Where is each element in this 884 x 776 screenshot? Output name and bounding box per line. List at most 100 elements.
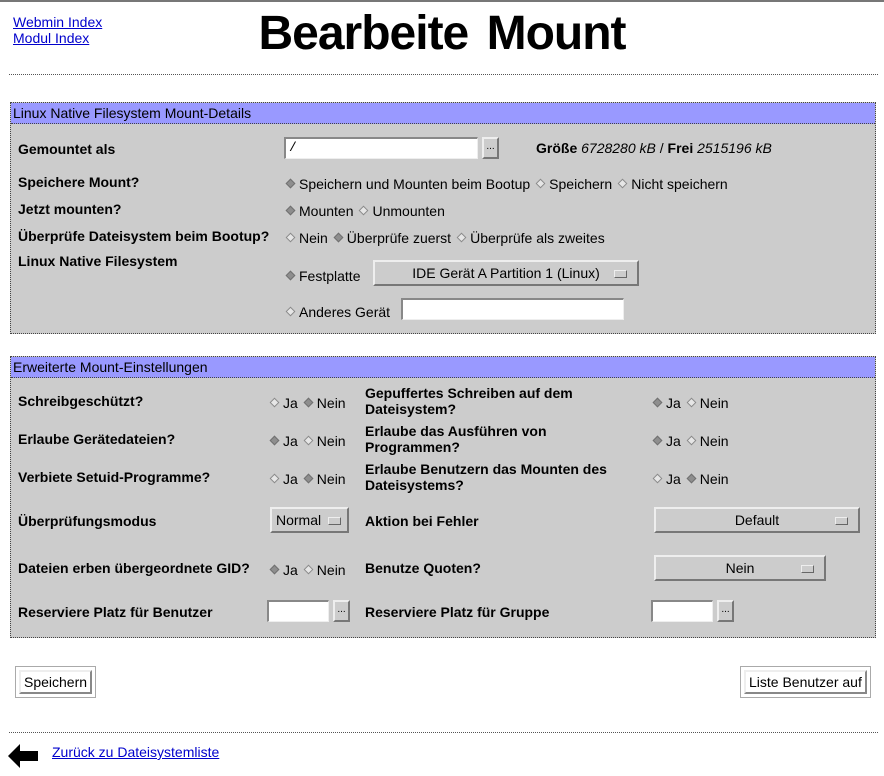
free-label: Frei bbox=[667, 140, 694, 156]
radio-option[interactable]: Nicht speichern bbox=[616, 176, 728, 192]
exec-label: Erlaube das Ausführen von Programmen? bbox=[365, 423, 547, 455]
mounted-as-label: Gemountet als bbox=[18, 141, 116, 157]
dropdown-icon bbox=[835, 517, 848, 525]
radio-unselected-icon bbox=[359, 205, 369, 216]
radio-label: Nicht speichern bbox=[631, 175, 728, 192]
resgid-browse-button[interactable]: ... bbox=[717, 600, 734, 622]
page-title: Bearbeite Mount bbox=[258, 7, 626, 60]
back-to-filesystem-list-link[interactable]: Zurück zu Dateisystemliste bbox=[52, 744, 219, 760]
radio-selected-icon bbox=[303, 397, 314, 408]
mount-now-label: Jetzt mounten? bbox=[18, 201, 122, 217]
resgid-input[interactable] bbox=[651, 600, 713, 622]
grpid-radios: Ja Nein bbox=[268, 560, 350, 578]
radio-unselected-icon bbox=[686, 435, 697, 446]
radio-anderes-geraet[interactable]: Anderes Gerät bbox=[284, 304, 390, 320]
radio-option[interactable]: Ja bbox=[651, 395, 681, 411]
user-mount-radios: Ja Nein bbox=[651, 469, 733, 487]
disk-select-value: IDE Gerät A Partition 1 (Linux) bbox=[412, 265, 600, 281]
quota-label: Benutze Quoten? bbox=[365, 560, 481, 576]
other-device-input[interactable] bbox=[401, 298, 624, 320]
size-label: Größe bbox=[536, 140, 578, 156]
disk-select[interactable]: IDE Gerät A Partition 1 (Linux) bbox=[373, 260, 639, 286]
check-mode-value: Normal bbox=[276, 512, 322, 528]
radio-label: Nein bbox=[699, 432, 729, 449]
radio-selected-icon bbox=[269, 435, 280, 446]
save-button-frame: Speichern bbox=[15, 666, 97, 698]
radio-option[interactable]: Ja bbox=[268, 471, 298, 487]
radio-label: Ja bbox=[666, 432, 681, 449]
sync-label: Gepuffertes Schreiben auf dem Dateisyste… bbox=[365, 385, 573, 417]
list-users-button[interactable]: Liste Benutzer auf bbox=[744, 670, 867, 694]
radio-option[interactable]: Nein bbox=[302, 395, 346, 411]
divider bbox=[9, 74, 878, 75]
radio-selected-icon bbox=[652, 397, 663, 408]
save-button[interactable]: Speichern bbox=[19, 670, 93, 694]
radio-label: Ja bbox=[283, 561, 298, 578]
section-header: Linux Native Filesystem Mount-Details bbox=[11, 103, 875, 124]
radio-option[interactable]: Speichern bbox=[534, 176, 612, 192]
mounted-as-browse-button[interactable]: ... bbox=[482, 137, 499, 159]
radio-option[interactable]: Überprüfe zuerst bbox=[332, 230, 451, 246]
radio-unselected-icon bbox=[285, 306, 296, 317]
dropdown-icon bbox=[801, 565, 814, 573]
radio-option[interactable]: Überprüfe als zweites bbox=[455, 230, 605, 246]
resgid-label: Reserviere Platz für Gruppe bbox=[365, 604, 550, 620]
save-mount-radios: Speichern und Mounten beim Bootup Speiche… bbox=[284, 174, 732, 192]
radio-label: Festplatte bbox=[299, 267, 361, 284]
radio-selected-icon bbox=[303, 473, 314, 484]
radio-label: Nein bbox=[316, 470, 346, 487]
radio-option[interactable]: Nein bbox=[302, 433, 346, 449]
quota-value: Nein bbox=[725, 560, 755, 576]
radio-option[interactable]: Nein bbox=[685, 471, 729, 487]
radio-label: Ja bbox=[283, 432, 298, 449]
disk-radio: Festplatte bbox=[284, 266, 364, 284]
sync-radios: Ja Nein bbox=[651, 393, 733, 411]
suid-label: Verbiete Setuid-Programme? bbox=[18, 469, 211, 485]
radio-option[interactable]: Ja bbox=[268, 395, 298, 411]
resuid-input[interactable] bbox=[267, 600, 329, 622]
radio-option[interactable]: Speichern und Mounten beim Bootup bbox=[284, 176, 530, 192]
dropdown-icon bbox=[614, 270, 627, 278]
divider bbox=[9, 732, 878, 733]
errors-select[interactable]: Default bbox=[654, 507, 860, 533]
radio-selected-icon bbox=[285, 205, 296, 216]
errors-value: Default bbox=[734, 512, 780, 528]
radio-selected-icon bbox=[285, 270, 296, 281]
radio-option[interactable]: Ja bbox=[651, 471, 681, 487]
radio-label: Überprüfe zuerst bbox=[346, 229, 452, 246]
back-arrow-icon[interactable] bbox=[6, 742, 40, 770]
readonly-label: Schreibgeschützt? bbox=[18, 393, 144, 409]
radio-option[interactable]: Ja bbox=[651, 433, 681, 449]
radio-option[interactable]: Ja bbox=[268, 562, 298, 578]
radio-label: Anderes Gerät bbox=[299, 303, 391, 320]
radio-option[interactable]: Nein bbox=[685, 433, 729, 449]
radio-festplatte[interactable]: Festplatte bbox=[284, 268, 360, 284]
radio-label: Mounten bbox=[299, 202, 354, 219]
radio-option[interactable]: Mounten bbox=[284, 203, 353, 219]
radio-unselected-icon bbox=[269, 397, 280, 408]
check-fs-label: Überprüfe Dateisystem beim Bootup? bbox=[18, 228, 270, 244]
radio-label: Nein bbox=[316, 432, 346, 449]
top-border bbox=[0, 0, 884, 2]
quota-select[interactable]: Nein bbox=[654, 555, 826, 581]
mount-details-panel: Linux Native Filesystem Mount-Details Ge… bbox=[10, 102, 876, 334]
radio-option[interactable]: Nein bbox=[302, 562, 346, 578]
radio-option[interactable]: Unmounten bbox=[357, 203, 445, 219]
radio-unselected-icon bbox=[456, 232, 467, 243]
radio-option[interactable]: Ja bbox=[268, 433, 298, 449]
section-header: Erweiterte Mount-Einstellungen bbox=[11, 357, 875, 378]
radio-unselected-icon bbox=[652, 473, 663, 484]
size-value: 6728280 kB bbox=[581, 140, 656, 156]
grpid-label: Dateien erben übergeordnete GID? bbox=[18, 560, 250, 576]
resuid-browse-button[interactable]: ... bbox=[333, 600, 350, 622]
check-mode-select[interactable]: Normal bbox=[270, 507, 349, 533]
radio-label: Ja bbox=[283, 470, 298, 487]
readonly-radios: Ja Nein bbox=[268, 393, 350, 411]
dropdown-icon bbox=[328, 517, 341, 525]
radio-selected-icon bbox=[333, 232, 344, 243]
radio-option[interactable]: Nein bbox=[302, 471, 346, 487]
mounted-as-input[interactable]: / bbox=[284, 137, 478, 159]
size-info: Größe 6728280 kB / Frei 2515196 kB bbox=[536, 140, 772, 156]
radio-option[interactable]: Nein bbox=[685, 395, 729, 411]
radio-option[interactable]: Nein bbox=[284, 230, 328, 246]
